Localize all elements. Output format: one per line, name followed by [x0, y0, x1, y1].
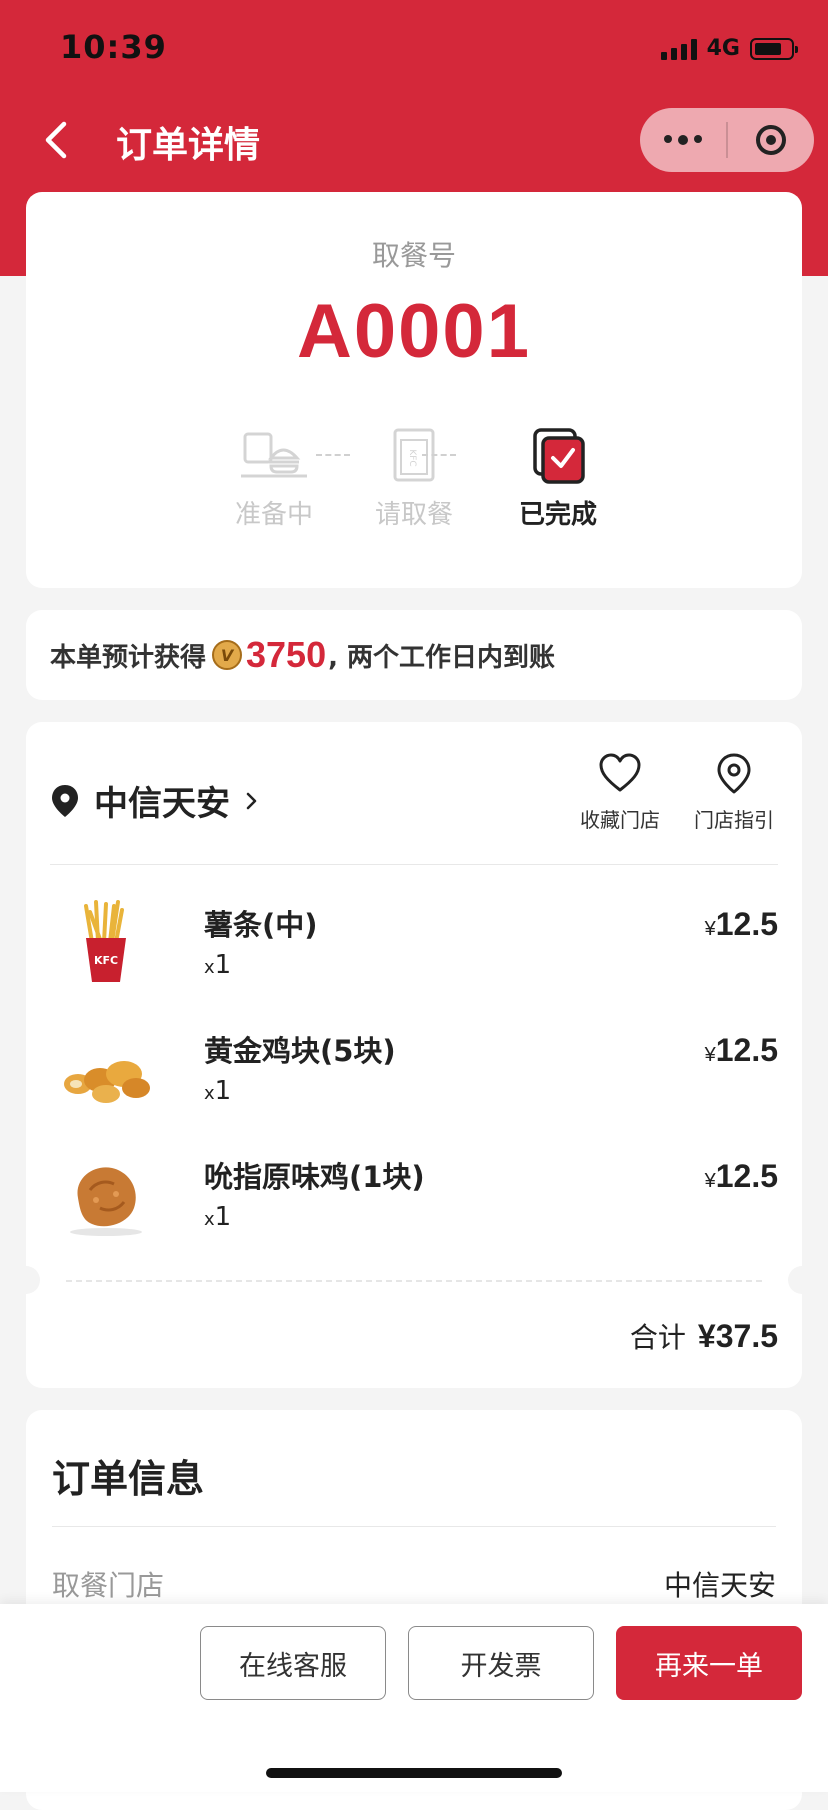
store-name: 中信天安 [94, 784, 230, 824]
back-button[interactable] [38, 118, 78, 162]
total-amount: ¥37.5 [697, 1318, 778, 1354]
status-bar: 10:39 4G [0, 0, 828, 100]
divider [52, 1526, 776, 1527]
store-guide-button[interactable]: 门店指引 [690, 752, 778, 833]
bottom-action-bar: 在线客服 开发票 再来一单 [0, 1604, 828, 1792]
more-dots-icon [664, 135, 702, 145]
signal-icon [660, 38, 697, 60]
pickup-label: 取餐号 [371, 239, 456, 272]
close-mini-program-button[interactable] [728, 108, 814, 172]
pickup-number: A0001 [297, 289, 531, 374]
step-pickup: KFC 请取餐 [344, 428, 484, 531]
currency-symbol: ¥ [704, 918, 716, 940]
info-row-label: 取餐门店 [52, 1569, 165, 1602]
guide-label: 门店指引 [694, 808, 774, 832]
online-service-button[interactable]: 在线客服 [200, 1626, 386, 1700]
order-progress: 准备中 KFC 请取餐 已完成 [26, 428, 802, 568]
step-preparing: 准备中 [204, 428, 344, 531]
chevron-right-icon [246, 792, 257, 809]
step-label: 准备中 [234, 500, 313, 530]
ticket-tear-line [66, 1280, 762, 1282]
kfc-bag-icon: KFC [393, 428, 435, 482]
invoice-button[interactable]: 开发票 [408, 1626, 594, 1700]
price-value: 12.5 [715, 1032, 778, 1068]
qty-value: 1 [214, 950, 232, 980]
total-label: 合计 [629, 1321, 686, 1354]
store-link[interactable]: 中信天安 [50, 776, 260, 825]
network-type: 4G [706, 36, 740, 61]
status-icons: 4G [660, 36, 798, 61]
order-info-title: 订单信息 [52, 1457, 205, 1501]
completed-check-icon [533, 428, 585, 484]
v-coin-icon: V [212, 640, 243, 670]
burger-tray-icon [241, 432, 307, 478]
ticket-notch-left [12, 1266, 40, 1294]
step-label: 请取餐 [374, 500, 453, 530]
qty-prefix: x [204, 1083, 215, 1104]
store-actions: 收藏门店 门店指引 [576, 752, 778, 833]
status-time: 10:39 [60, 28, 167, 66]
item-quantity: x1 [204, 1076, 231, 1106]
item-name: 吮指原味鸡(1块) [204, 1160, 425, 1194]
qty-value: 1 [214, 1202, 232, 1232]
svg-text:KFC: KFC [94, 954, 118, 967]
battery-icon [750, 37, 798, 60]
qty-value: 1 [214, 1076, 232, 1106]
qty-prefix: x [204, 957, 215, 978]
fried-chicken-icon [70, 1167, 142, 1236]
location-pin-icon [52, 784, 78, 817]
item-price: ¥12.5 [705, 1032, 778, 1069]
item-quantity: x1 [204, 950, 231, 980]
order-item: 吮指原味鸡(1块) x1 ¥12.5 [50, 1144, 778, 1254]
currency-symbol: ¥ [704, 1044, 716, 1066]
step-connector [422, 454, 456, 456]
chevron-left-icon [45, 121, 67, 159]
map-pin-icon [717, 753, 751, 794]
points-prefix: 本单预计获得 [50, 642, 207, 673]
points-amount: 3750 [246, 634, 327, 675]
points-card: 本单预计获得 V 3750 , 两个工作日内到账 [26, 610, 802, 700]
page-title: 订单详情 [116, 125, 261, 166]
item-name: 薯条(中) [204, 908, 318, 942]
info-row-value: 中信天安 [663, 1569, 776, 1602]
price-value: 12.5 [715, 1158, 778, 1194]
item-price: ¥12.5 [705, 906, 778, 943]
svg-text:KFC: KFC [407, 449, 417, 466]
fries-icon: KFC [84, 900, 126, 982]
step-label: 已完成 [518, 500, 597, 530]
order-item: 黄金鸡块(5块) x1 ¥12.5 [50, 1018, 778, 1128]
points-row: 本单预计获得 V 3750 , 两个工作日内到账 [50, 610, 555, 700]
qty-prefix: x [204, 1209, 215, 1230]
store-row: 中信天安 收藏门店 门店指引 [50, 752, 778, 856]
heart-icon [599, 753, 641, 792]
currency-symbol: ¥ [704, 1170, 716, 1192]
reorder-button[interactable]: 再来一单 [616, 1626, 802, 1700]
item-name: 黄金鸡块(5块) [204, 1034, 396, 1068]
divider [50, 864, 778, 865]
more-button[interactable] [640, 108, 726, 172]
pickup-card: 取餐号 A0001 准备中 KFC 请取餐 已完成 [26, 192, 802, 588]
step-completed: 已完成 [488, 428, 628, 531]
target-icon [756, 125, 786, 155]
order-total: 合计 ¥37.5 [630, 1316, 778, 1356]
points-suffix: , 两个工作日内到账 [328, 642, 556, 673]
order-item: KFC 薯条(中) x1 ¥12.5 [50, 892, 778, 1002]
item-quantity: x1 [204, 1202, 231, 1232]
order-card: 中信天安 收藏门店 门店指引 KFC 薯条(中) x1 ¥12.5 黄金鸡块(5… [12, 722, 816, 1388]
ticket-notch-right [788, 1266, 816, 1294]
mini-program-capsule [640, 108, 814, 172]
favorite-label: 收藏门店 [580, 808, 660, 832]
favorite-store-button[interactable]: 收藏门店 [576, 752, 664, 833]
item-price: ¥12.5 [705, 1158, 778, 1195]
price-value: 12.5 [715, 906, 778, 942]
nuggets-icon [64, 1061, 150, 1103]
home-indicator [266, 1768, 562, 1778]
